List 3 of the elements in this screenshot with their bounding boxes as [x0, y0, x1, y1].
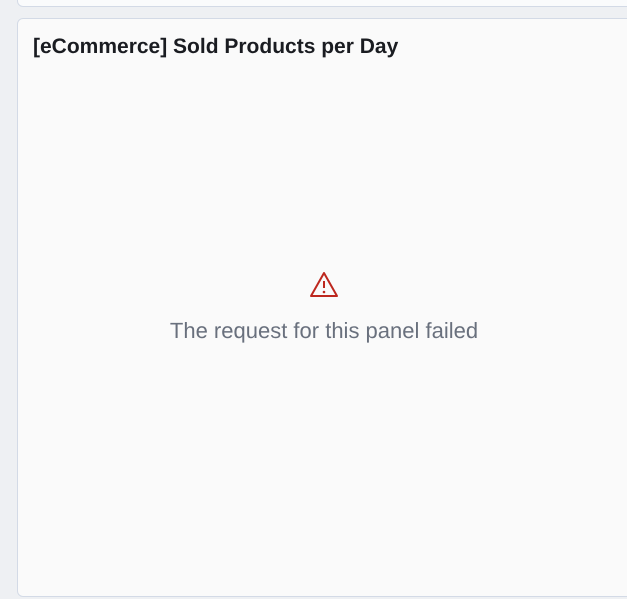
warning-icon — [309, 271, 339, 298]
panel-title: [eCommerce] Sold Products per Day — [33, 34, 398, 60]
error-message: The request for this panel failed — [170, 317, 478, 346]
